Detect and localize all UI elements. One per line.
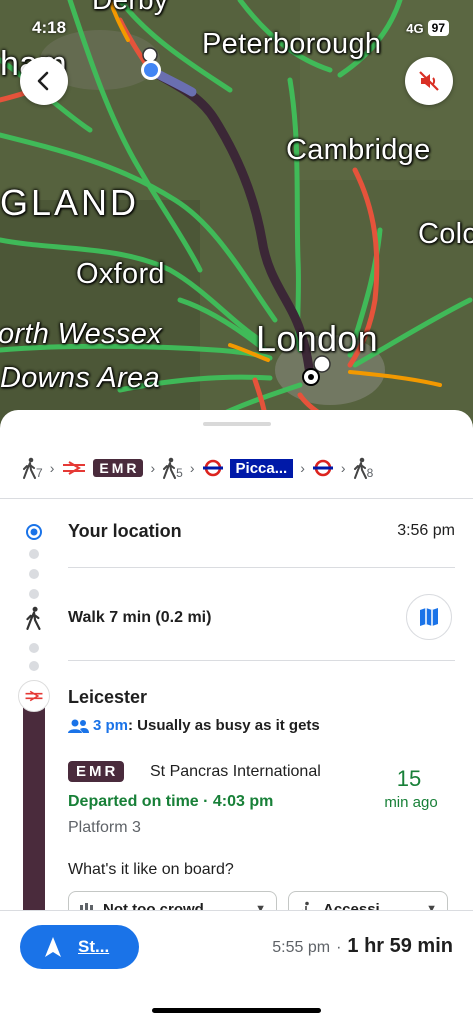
national-rail-icon bbox=[25, 690, 43, 702]
route-dot bbox=[29, 549, 39, 559]
map-label-north-wessex: orth Wessex bbox=[0, 318, 162, 350]
step-divider bbox=[68, 660, 455, 661]
start-navigation-button[interactable]: St... bbox=[20, 925, 139, 969]
origin-time: 3:56 pm bbox=[397, 522, 455, 539]
people-icon bbox=[68, 719, 89, 733]
arrival-time: 5:55 pm bbox=[272, 939, 331, 956]
departure-status: Departed on time · 4:03 pm bbox=[68, 793, 274, 810]
rail-station-marker bbox=[18, 680, 50, 712]
map-label-peterborough: Peterborough bbox=[202, 28, 382, 60]
chevron-right-icon: › bbox=[150, 460, 156, 476]
status-indicators: 4G 97 bbox=[406, 20, 449, 36]
mute-button[interactable] bbox=[405, 57, 453, 105]
piccadilly-line-badge: Picca... bbox=[229, 458, 294, 478]
battery-indicator: 97 bbox=[427, 20, 449, 36]
walk-icon bbox=[26, 606, 41, 630]
chevron-right-icon: › bbox=[189, 460, 195, 476]
map-label-cambridge: Cambridge bbox=[286, 134, 431, 166]
busy-indicator: 3 pm : Usually as busy as it gets bbox=[68, 717, 320, 734]
station-title: Leicester bbox=[68, 687, 148, 707]
map-label-derby: Derby bbox=[92, 0, 168, 16]
train-destination: St Pancras International bbox=[150, 763, 321, 780]
busy-time: 3 pm bbox=[93, 717, 129, 734]
route-dot bbox=[29, 661, 39, 671]
origin-title: Your location bbox=[68, 521, 182, 541]
minutes-ago-label: min ago bbox=[384, 794, 438, 811]
summary-walk-3: 8 bbox=[353, 456, 374, 480]
start-label: St... bbox=[78, 937, 110, 956]
map-view[interactable]: Derby ham Peterborough Cambridge GLAND C… bbox=[0, 0, 473, 430]
trip-summary: 5:55 pm · 1 hr 59 min bbox=[272, 935, 453, 958]
underground-roundel-icon bbox=[202, 459, 223, 477]
summary-emr: EMR bbox=[61, 459, 144, 477]
route-dot bbox=[29, 589, 39, 599]
national-rail-icon bbox=[63, 461, 86, 475]
platform-label: Platform 3 bbox=[68, 819, 141, 836]
back-button[interactable] bbox=[20, 57, 68, 105]
walk-3-minutes: 8 bbox=[366, 466, 374, 480]
walk-map-button[interactable] bbox=[406, 594, 452, 640]
network-label: 4G bbox=[406, 20, 424, 36]
summary-divider bbox=[0, 498, 473, 499]
trip-duration: 1 hr 59 min bbox=[347, 935, 453, 957]
emr-badge: EMR bbox=[93, 459, 144, 477]
route-summary: 7 › EMR › 5 › Picca... › › 8 bbox=[0, 438, 473, 498]
map-label-downs-area: Downs Area bbox=[0, 362, 160, 394]
step-divider bbox=[68, 567, 455, 568]
status-time: 4:18 bbox=[32, 18, 67, 37]
origin-marker-icon bbox=[26, 524, 42, 540]
chevron-right-icon: › bbox=[340, 460, 346, 476]
bottom-bar: St... 5:55 pm · 1 hr 59 min bbox=[0, 910, 473, 1024]
current-location-marker bbox=[144, 63, 158, 77]
walk-1-minutes: 7 bbox=[36, 466, 43, 480]
back-arrow-icon bbox=[37, 71, 49, 91]
map-label-london: London bbox=[256, 318, 378, 359]
operator-badge: EMR bbox=[68, 761, 125, 782]
navigation-arrow-icon bbox=[45, 937, 61, 957]
map-label-colchester: Colc bbox=[418, 218, 473, 250]
walk-step-title: Walk 7 min (0.2 mi) bbox=[68, 609, 212, 626]
underground-roundel-icon bbox=[312, 459, 333, 477]
summary-walk-2: 5 bbox=[162, 456, 183, 480]
summary-piccadilly: Picca... bbox=[202, 458, 294, 478]
summary-walk-1: 7 bbox=[22, 456, 43, 480]
minutes-ago-value: 15 bbox=[396, 766, 422, 791]
map-label-oxford: Oxford bbox=[76, 258, 165, 290]
chevron-right-icon: › bbox=[49, 460, 55, 476]
separator: · bbox=[336, 939, 342, 956]
onboard-question: What's it like on board? bbox=[68, 861, 234, 878]
drag-handle[interactable] bbox=[203, 422, 271, 426]
rail-segment-line bbox=[23, 690, 45, 930]
busy-text: : Usually as busy as it gets bbox=[128, 717, 320, 734]
walk-2-minutes: 5 bbox=[176, 466, 183, 480]
sound-off-icon bbox=[419, 71, 439, 91]
route-dot bbox=[29, 643, 39, 653]
map-icon bbox=[420, 608, 438, 626]
route-dot bbox=[29, 569, 39, 579]
map-label-england: GLAND bbox=[0, 182, 140, 223]
home-indicator[interactable] bbox=[152, 1008, 321, 1013]
chevron-right-icon: › bbox=[300, 460, 305, 476]
